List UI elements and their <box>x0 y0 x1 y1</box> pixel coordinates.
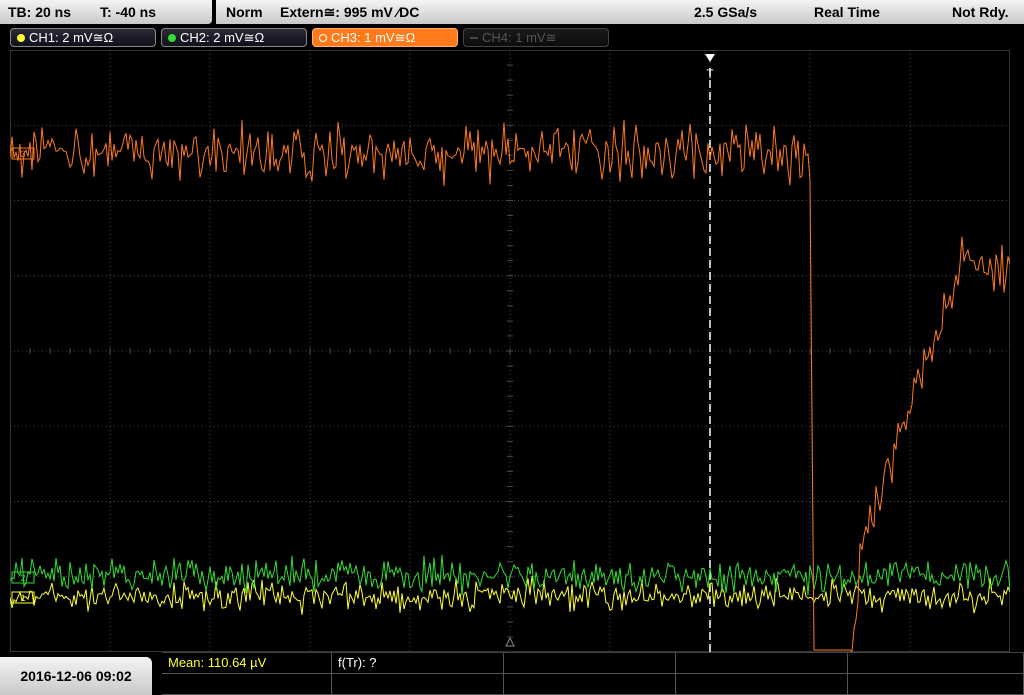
measurement-slot-9[interactable] <box>676 674 848 695</box>
top-status-bar: TB: 20 ns T: -40 ns Norm Extern≅: 995 mV… <box>0 0 1024 24</box>
date-time: 2016-12-06 09:02 <box>0 657 152 695</box>
measurement-slot-10[interactable] <box>848 674 1024 695</box>
channel-4-label: CH4: 1 mV≅ <box>482 30 557 45</box>
trigger-source: Extern≅: 995 mV ⁄DC <box>280 4 420 20</box>
channel-2-label: CH2: 2 mV≅Ω <box>180 30 265 45</box>
channel-1-label: CH1: 2 mV≅Ω <box>29 30 114 45</box>
trigger-marker-label: T <box>706 67 714 81</box>
measurement-slot-8[interactable] <box>504 674 676 695</box>
channel-1-indicator-icon <box>17 34 25 42</box>
timebase-label: TB: 20 ns <box>8 4 72 20</box>
svg-text:3: 3 <box>20 149 25 159</box>
sample-rate: 2.5 GSa/s <box>694 4 758 20</box>
channel-3-button[interactable]: CH3: 1 mV≅Ω <box>312 28 458 47</box>
svg-text:1: 1 <box>20 593 25 603</box>
measurement-slot-6[interactable] <box>162 674 332 695</box>
measurement-slot-7[interactable] <box>332 674 504 695</box>
trigger-offset-label: T: -40 ns <box>100 4 157 20</box>
acquisition-mode: Real Time <box>814 4 880 20</box>
channel-1-button[interactable]: CH1: 2 mV≅Ω <box>10 28 156 47</box>
channel-bar: CH1: 2 mV≅Ω CH2: 2 mV≅Ω CH3: 1 mV≅Ω CH4:… <box>0 24 1024 49</box>
channel-4-button[interactable]: CH4: 1 mV≅ <box>463 28 609 47</box>
channel-3-indicator-icon <box>319 34 327 42</box>
channel-4-indicator-icon <box>470 37 478 39</box>
ready-status: Not Rdy. <box>952 4 1009 20</box>
measurement-slot-5[interactable] <box>848 653 1024 674</box>
frequency-measurement[interactable]: f(Tr): ? <box>332 653 504 674</box>
timebase-box[interactable]: TB: 20 ns T: -40 ns <box>0 0 212 24</box>
measurement-table[interactable]: Mean: 110.64 µV f(Tr): ? <box>162 652 1024 695</box>
measurement-slot-4[interactable] <box>676 653 848 674</box>
channel-2-indicator-icon <box>168 34 176 42</box>
waveform-display[interactable]: T 3 2 1 <box>10 50 1010 652</box>
measurement-slot-3[interactable] <box>504 653 676 674</box>
channel-3-label: CH3: 1 mV≅Ω <box>331 30 416 45</box>
acquisition-status-bar[interactable]: Norm Extern≅: 995 mV ⁄DC 2.5 GSa/s Real … <box>216 0 1024 24</box>
svg-text:2: 2 <box>20 573 25 583</box>
mean-measurement[interactable]: Mean: 110.64 µV <box>162 653 332 674</box>
trigger-mode: Norm <box>226 4 263 20</box>
channel-2-button[interactable]: CH2: 2 mV≅Ω <box>161 28 307 47</box>
